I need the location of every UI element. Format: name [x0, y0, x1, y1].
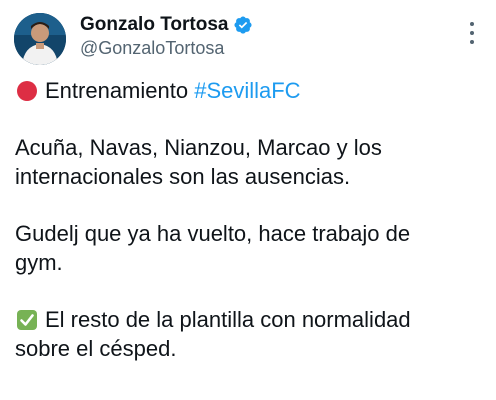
tweet-line-1: Entrenamiento #SevillaFC	[15, 76, 485, 105]
tweet-para2-line2: internacionales son las ausencias.	[15, 164, 351, 189]
check-mark-button-icon	[17, 310, 37, 330]
tweet-para4-line1-wrap: El resto de la plantilla con normalidad	[15, 305, 485, 334]
author-name-row: Gonzalo Tortosa	[80, 12, 253, 38]
tweet-card: Gonzalo Tortosa @GonzaloTortosa Entrenam…	[0, 0, 496, 400]
tweet-para3-line2: gym.	[15, 250, 63, 275]
hashtag-link[interactable]: #SevillaFC	[194, 78, 300, 103]
author-handle[interactable]: @GonzaloTortosa	[80, 38, 224, 59]
red-circle-icon	[17, 81, 37, 101]
tweet-para3-line1: Gudelj que ya ha vuelto, hace trabajo de	[15, 221, 411, 246]
more-vertical-icon[interactable]	[462, 22, 482, 44]
tweet-line-1-text: Entrenamiento	[45, 78, 195, 103]
author-avatar[interactable]	[14, 13, 66, 65]
verified-badge-icon	[233, 15, 253, 35]
author-display-name[interactable]: Gonzalo Tortosa	[80, 14, 228, 36]
tweet-para4-line2: sobre el césped.	[15, 336, 177, 361]
tweet-para2-line1: Acuña, Navas, Nianzou, Marcao y los	[15, 135, 382, 160]
profile-photo-icon	[14, 13, 66, 65]
tweet-para4-line1: El resto de la plantilla con normalidad	[45, 307, 411, 332]
tweet-text: Entrenamiento #SevillaFC Acuña, Navas, N…	[15, 76, 485, 363]
